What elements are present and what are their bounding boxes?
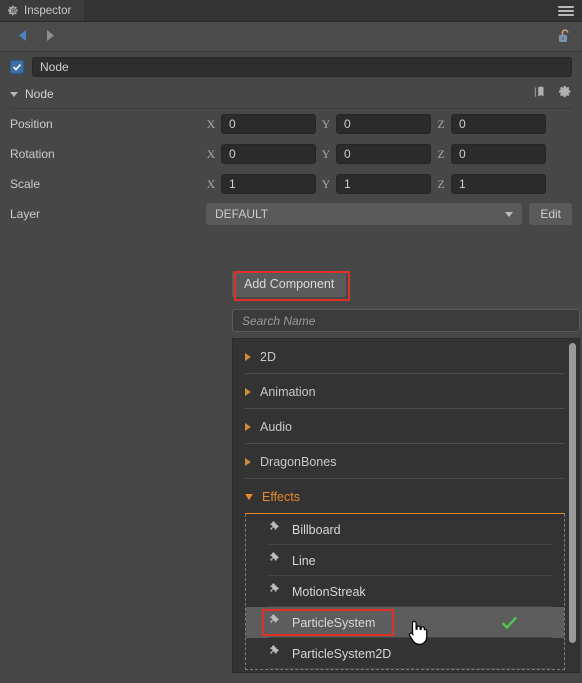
add-component-button[interactable]: Add Component	[232, 271, 347, 297]
position-z-input[interactable]: 0	[451, 114, 546, 134]
arrow-left-icon[interactable]	[10, 29, 36, 44]
property-row-position: Position X 0 Y 0 Z 0	[0, 109, 582, 139]
node-name-input[interactable]: Node	[32, 57, 572, 77]
component-item-particlesystem2d[interactable]: ParticleSystem2D	[246, 638, 564, 669]
axis-label-z: Z	[437, 116, 445, 131]
position-y-value: 0	[344, 117, 351, 131]
rotation-z-input[interactable]: 0	[451, 144, 546, 164]
category-label: Animation	[260, 384, 316, 399]
component-item-label: Line	[292, 553, 316, 568]
position-z-value: 0	[459, 117, 466, 131]
category-effects[interactable]: Effects	[233, 479, 579, 514]
position-x-input[interactable]: 0	[221, 114, 316, 134]
axis-label-y: Y	[321, 116, 331, 131]
property-row-scale: Scale X 1 Y 1 Z 1	[0, 169, 582, 199]
axis-label-z: Z	[437, 146, 445, 161]
effects-item-group: Billboard Line MotionStreak ParticleSyst…	[245, 514, 565, 670]
puzzle-piece-icon	[268, 551, 282, 570]
component-item-motionstreak[interactable]: MotionStreak	[246, 576, 564, 607]
rotation-z-value: 0	[459, 147, 466, 161]
category-label: 2D	[260, 349, 276, 364]
chevron-right-icon	[245, 422, 251, 431]
category-label: DragonBones	[260, 454, 337, 469]
gear-icon	[8, 5, 19, 16]
axis-label-x: X	[206, 146, 216, 161]
category-label: Audio	[260, 419, 292, 434]
chevron-right-icon	[245, 387, 251, 396]
gear-icon[interactable]	[559, 85, 572, 103]
property-row-layer: Layer DEFAULT Edit	[0, 199, 582, 229]
node-name-value: Node	[40, 60, 69, 74]
search-placeholder: Search Name	[242, 313, 316, 328]
layer-dropdown[interactable]: DEFAULT	[206, 203, 523, 225]
component-item-label: Billboard	[292, 522, 341, 537]
scale-z-value: 1	[459, 177, 466, 191]
tab-label: Inspector	[24, 4, 72, 17]
scale-y-value: 1	[344, 177, 351, 191]
arrow-right-icon[interactable]	[36, 29, 62, 44]
category-2d[interactable]: 2D	[233, 339, 579, 374]
add-component-label: Add Component	[244, 277, 335, 291]
node-section-header[interactable]: Node	[0, 82, 582, 106]
edit-label: Edit	[540, 207, 561, 221]
component-item-billboard[interactable]: Billboard	[246, 514, 564, 545]
component-item-label: ParticleSystem	[292, 615, 376, 630]
tab-strip: Inspector	[0, 0, 582, 22]
axis-label-y: Y	[321, 176, 331, 191]
rotation-x-value: 0	[229, 147, 236, 161]
component-category-list: 2D Animation Audio DragonBones Effects B…	[232, 338, 580, 673]
scale-z-input[interactable]: 1	[451, 174, 546, 194]
node-enabled-checkbox[interactable]	[10, 60, 24, 74]
property-row-rotation: Rotation X 0 Y 0 Z 0	[0, 139, 582, 169]
puzzle-piece-icon	[268, 582, 282, 601]
layer-value: DEFAULT	[215, 207, 269, 221]
book-icon[interactable]	[533, 85, 547, 104]
tab-inspector[interactable]: Inspector	[0, 0, 84, 21]
rotation-y-value: 0	[344, 147, 351, 161]
navigation-bar	[0, 22, 582, 52]
property-label: Position	[10, 117, 53, 131]
category-animation[interactable]: Animation	[233, 374, 579, 409]
chevron-down-icon	[245, 493, 253, 500]
component-item-label: MotionStreak	[292, 584, 366, 599]
property-label: Rotation	[10, 147, 55, 161]
component-item-line[interactable]: Line	[246, 545, 564, 576]
list-scrollbar[interactable]	[569, 343, 576, 643]
axis-label-x: X	[206, 116, 216, 131]
node-name-row: Node	[0, 52, 582, 82]
category-label: Effects	[262, 489, 300, 504]
inspector-panel: Inspector Node Node Position X 0 Y 0 Z 0…	[0, 0, 582, 683]
chevron-down-icon	[505, 211, 514, 217]
axis-label-y: Y	[321, 146, 331, 161]
unlocked-padlock-icon[interactable]	[558, 28, 572, 49]
rotation-x-input[interactable]: 0	[221, 144, 316, 164]
position-y-input[interactable]: 0	[336, 114, 431, 134]
search-input[interactable]: Search Name	[232, 309, 580, 332]
property-label: Scale	[10, 177, 41, 191]
position-x-value: 0	[229, 117, 236, 131]
add-component-popup: Add Component Search Name 2D Animation A…	[232, 271, 580, 673]
component-item-label: ParticleSystem2D	[292, 646, 392, 661]
axis-label-x: X	[206, 176, 216, 191]
scale-x-input[interactable]: 1	[221, 174, 316, 194]
hamburger-menu-icon[interactable]	[558, 0, 574, 21]
axis-label-z: Z	[437, 176, 445, 191]
chevron-right-icon	[245, 457, 251, 466]
chevron-right-icon	[245, 352, 251, 361]
puzzle-piece-icon	[268, 520, 282, 539]
puzzle-piece-icon	[268, 613, 282, 632]
chevron-down-icon[interactable]	[10, 91, 18, 97]
layer-edit-button[interactable]: Edit	[529, 203, 572, 225]
checkmark-icon	[501, 616, 518, 630]
category-dragonbones[interactable]: DragonBones	[233, 444, 579, 479]
component-item-particlesystem[interactable]: ParticleSystem	[246, 607, 564, 638]
category-audio[interactable]: Audio	[233, 409, 579, 444]
layer-label: Layer	[10, 207, 41, 221]
scale-x-value: 1	[229, 177, 236, 191]
node-section-title: Node	[25, 87, 54, 101]
rotation-y-input[interactable]: 0	[336, 144, 431, 164]
puzzle-piece-icon	[268, 644, 282, 663]
scale-y-input[interactable]: 1	[336, 174, 431, 194]
